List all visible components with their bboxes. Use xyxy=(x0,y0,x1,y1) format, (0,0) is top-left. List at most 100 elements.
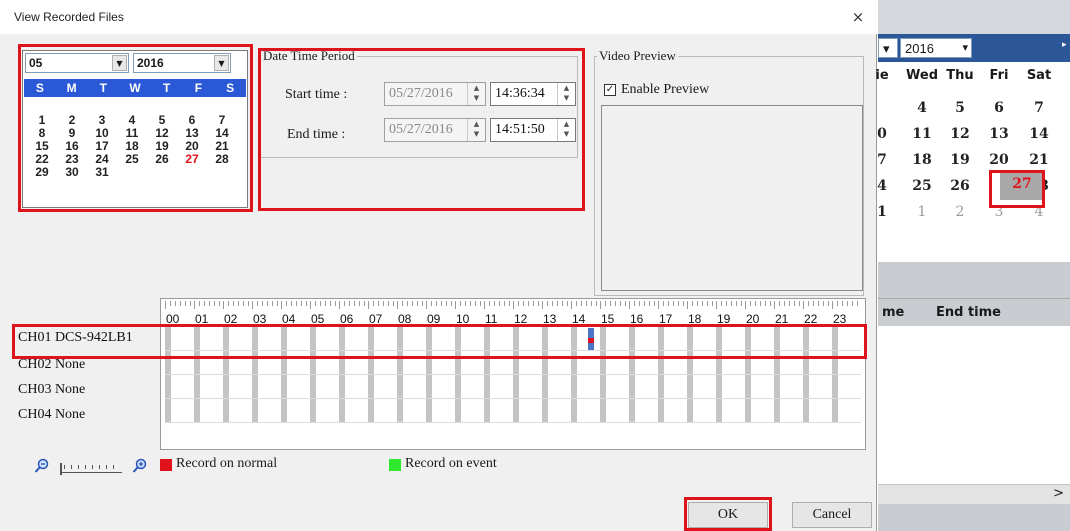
background-day[interactable]: 6 xyxy=(979,100,1019,116)
channel-tracks[interactable] xyxy=(165,327,861,424)
ruler-tick xyxy=(692,301,693,306)
background-day[interactable]: 26 xyxy=(940,178,980,194)
background-day[interactable]: 20 xyxy=(979,152,1019,168)
end-time-spinner[interactable]: ▲ ▼ xyxy=(557,119,575,141)
background-day[interactable]: 18 xyxy=(902,152,942,168)
background-year-select[interactable]: 2016 ▾ xyxy=(900,38,972,58)
end-time-field[interactable]: 14:51:50 ▲ ▼ xyxy=(490,118,576,142)
ruler-tick xyxy=(165,301,166,309)
channel-track-ch02[interactable] xyxy=(165,351,861,375)
normal-recording-marker[interactable] xyxy=(588,338,595,343)
ruler-tick xyxy=(813,301,814,306)
channel-label-ch02[interactable]: CH02 None xyxy=(18,357,85,373)
ruler-tick xyxy=(209,301,210,306)
background-day[interactable]: 21 xyxy=(1019,152,1059,168)
column-end-time-header[interactable]: End time xyxy=(936,305,1001,320)
background-day[interactable]: 0 xyxy=(862,126,902,142)
ruler-tick xyxy=(412,301,413,306)
calendar-day-28[interactable]: 28 xyxy=(207,153,237,166)
background-day[interactable]: 3 xyxy=(979,204,1019,220)
calendar-day-29[interactable]: 29 xyxy=(27,166,57,179)
year-select[interactable]: 2016 ▼ xyxy=(133,53,231,73)
background-day[interactable]: 4 xyxy=(902,100,942,116)
start-time-spinner[interactable]: ▲ ▼ xyxy=(557,83,575,105)
ruler-tick xyxy=(238,301,239,306)
channel-label-ch04[interactable]: CH04 None xyxy=(18,407,85,423)
ruler-tick xyxy=(310,301,311,309)
zoom-slider-knob[interactable] xyxy=(60,463,62,475)
ruler-tick xyxy=(291,301,292,306)
start-date-spinner: ▲ ▼ xyxy=(467,83,485,105)
hour-label: 12 xyxy=(514,312,528,326)
background-day[interactable]: 25 xyxy=(902,178,942,194)
hour-label: 07 xyxy=(369,312,383,326)
ruler-tick xyxy=(446,301,447,306)
ruler-tick xyxy=(407,301,408,306)
background-day[interactable]: 1 xyxy=(862,204,902,220)
scroll-right-icon[interactable]: > xyxy=(1053,486,1064,501)
calendar-day-31[interactable]: 31 xyxy=(87,166,117,179)
ruler-tick xyxy=(373,301,374,306)
enable-preview-label[interactable]: Enable Preview xyxy=(621,82,709,98)
ruler-tick xyxy=(344,301,345,306)
ruler-tick xyxy=(649,301,650,306)
enable-preview-checkbox[interactable]: ✓ xyxy=(604,84,616,96)
start-time-field[interactable]: 14:36:34 ▲ ▼ xyxy=(490,82,576,106)
background-selected-day[interactable]: 27 xyxy=(1000,176,1044,192)
ruler-tick xyxy=(576,301,577,306)
background-column-header: me End time xyxy=(878,298,1070,326)
ruler-tick xyxy=(639,301,640,306)
channel-track-ch01[interactable] xyxy=(165,327,861,351)
ok-button[interactable]: OK xyxy=(688,502,768,528)
background-day[interactable]: 5 xyxy=(940,100,980,116)
background-day[interactable]: 12 xyxy=(940,126,980,142)
ruler-tick xyxy=(378,301,379,306)
background-day[interactable]: 2 xyxy=(940,204,980,220)
channel-track-ch04[interactable] xyxy=(165,399,861,423)
ruler-tick xyxy=(431,301,432,306)
ruler-tick xyxy=(228,301,229,306)
background-day[interactable]: 13 xyxy=(979,126,1019,142)
ruler-tick xyxy=(663,301,664,306)
column-time-header[interactable]: me xyxy=(882,305,904,320)
channel-label-ch03[interactable]: CH03 None xyxy=(18,382,85,398)
ruler-tick xyxy=(629,301,630,309)
calendar-day-27[interactable]: 27 xyxy=(177,153,207,166)
hour-label: 09 xyxy=(427,312,441,326)
zoom-in-icon[interactable] xyxy=(132,458,148,474)
ruler-tick xyxy=(267,301,268,306)
calendar-day-30[interactable]: 30 xyxy=(57,166,87,179)
ruler-tick xyxy=(557,301,558,306)
ruler-tick xyxy=(625,301,626,306)
ruler-tick xyxy=(190,301,191,306)
background-day[interactable]: 1 xyxy=(902,204,942,220)
ruler-tick xyxy=(325,301,326,306)
calendar-day-25[interactable]: 25 xyxy=(117,153,147,166)
background-day[interactable]: 11 xyxy=(902,126,942,142)
ruler-tick xyxy=(455,301,456,309)
ruler-tick xyxy=(803,301,804,309)
horizontal-scrollbar[interactable]: > xyxy=(878,484,1070,504)
background-month-select[interactable]: ▾ xyxy=(878,38,898,58)
ruler-tick xyxy=(857,301,858,306)
background-day[interactable]: 14 xyxy=(1019,126,1059,142)
background-day[interactable]: 19 xyxy=(940,152,980,168)
background-day[interactable]: 4 xyxy=(862,178,902,194)
background-day[interactable]: 4 xyxy=(1019,204,1059,220)
zoom-out-icon[interactable] xyxy=(34,458,50,474)
calendar-day-26[interactable]: 26 xyxy=(147,153,177,166)
recording-timeline[interactable]: 00 01 02 03 04 05 06 07 08 09 10 11 12 13 14 15 16 17 18 19… xyxy=(160,298,866,450)
weekday-label: S xyxy=(35,81,44,95)
zoom-slider[interactable] xyxy=(60,463,122,475)
ruler-tick xyxy=(832,301,833,309)
next-month-icon[interactable]: ▸ xyxy=(1062,40,1067,50)
month-select[interactable]: 05 ▼ xyxy=(25,53,129,73)
channel-label-ch01[interactable]: CH01 DCS-942LB1 xyxy=(18,330,133,346)
ruler-tick xyxy=(837,301,838,306)
close-icon[interactable]: × xyxy=(847,6,869,28)
cancel-button[interactable]: Cancel xyxy=(792,502,872,528)
background-day[interactable]: 7 xyxy=(1019,100,1059,116)
channel-track-ch03[interactable] xyxy=(165,375,861,399)
background-weekday-label: Fri xyxy=(989,68,1009,83)
background-day[interactable]: 7 xyxy=(862,152,902,168)
